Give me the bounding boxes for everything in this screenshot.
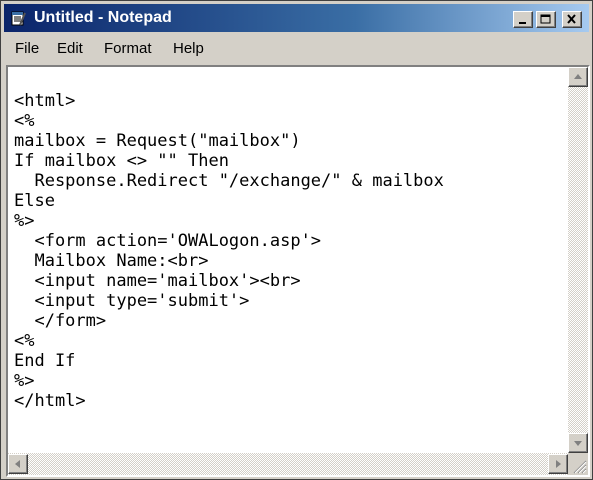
- maximize-button[interactable]: [536, 11, 556, 28]
- scroll-right-button[interactable]: [548, 454, 568, 474]
- code-line: <input type='submit'>: [14, 291, 250, 311]
- notepad-icon[interactable]: [10, 10, 26, 26]
- arrow-left-icon: [15, 460, 20, 468]
- code-line: <html>: [14, 91, 76, 111]
- code-line: <input name='mailbox'><br>: [14, 271, 301, 291]
- text-editor[interactable]: <html> <% mailbox = Request("mailbox") If m…: [14, 91, 559, 451]
- menu-help[interactable]: Help: [173, 40, 204, 57]
- horizontal-scrollbar[interactable]: [8, 453, 568, 475]
- close-button[interactable]: [562, 11, 582, 28]
- code-line: mailbox = Request("mailbox"): [14, 131, 301, 151]
- window-title: Untitled - Notepad: [34, 9, 172, 26]
- minimize-button[interactable]: [513, 11, 533, 28]
- menu-format[interactable]: Format: [104, 40, 152, 57]
- menu-bar: File Edit Format Help: [4, 35, 589, 61]
- scroll-left-button[interactable]: [8, 454, 28, 474]
- code-line: </html>: [14, 391, 86, 411]
- code-line: <form action='OWALogon.asp'>: [14, 231, 322, 251]
- code-line: Response.Redirect "/exchange/" & mailbox: [14, 171, 444, 191]
- code-line: <%: [14, 331, 35, 351]
- close-icon: [567, 14, 576, 24]
- code-line: %>: [14, 211, 35, 231]
- size-grip[interactable]: [568, 453, 588, 475]
- code-line: If mailbox <> "" Then: [14, 151, 229, 171]
- code-line: End If: [14, 351, 76, 371]
- arrow-down-icon: [574, 441, 582, 446]
- code-line: %>: [14, 371, 35, 391]
- resize-grip-icon: [573, 460, 587, 474]
- vertical-scrollbar[interactable]: [568, 67, 588, 453]
- scroll-down-button[interactable]: [568, 433, 588, 453]
- menu-file[interactable]: File: [15, 40, 39, 57]
- scroll-up-button[interactable]: [568, 67, 588, 87]
- notepad-window: Untitled - Notepad File Edit Format Help…: [0, 0, 593, 480]
- code-line: Else: [14, 191, 55, 211]
- code-line: <%: [14, 111, 35, 131]
- title-bar[interactable]: Untitled - Notepad: [4, 4, 589, 32]
- arrow-up-icon: [574, 74, 582, 79]
- menu-edit[interactable]: Edit: [57, 40, 83, 57]
- code-line: Mailbox Name:<br>: [14, 251, 209, 271]
- editor-pane[interactable]: <html> <% mailbox = Request("mailbox") If m…: [6, 65, 590, 477]
- minimize-icon: [519, 22, 526, 24]
- arrow-right-icon: [556, 460, 561, 468]
- code-line: </form>: [14, 311, 107, 331]
- maximize-icon: [540, 14, 551, 24]
